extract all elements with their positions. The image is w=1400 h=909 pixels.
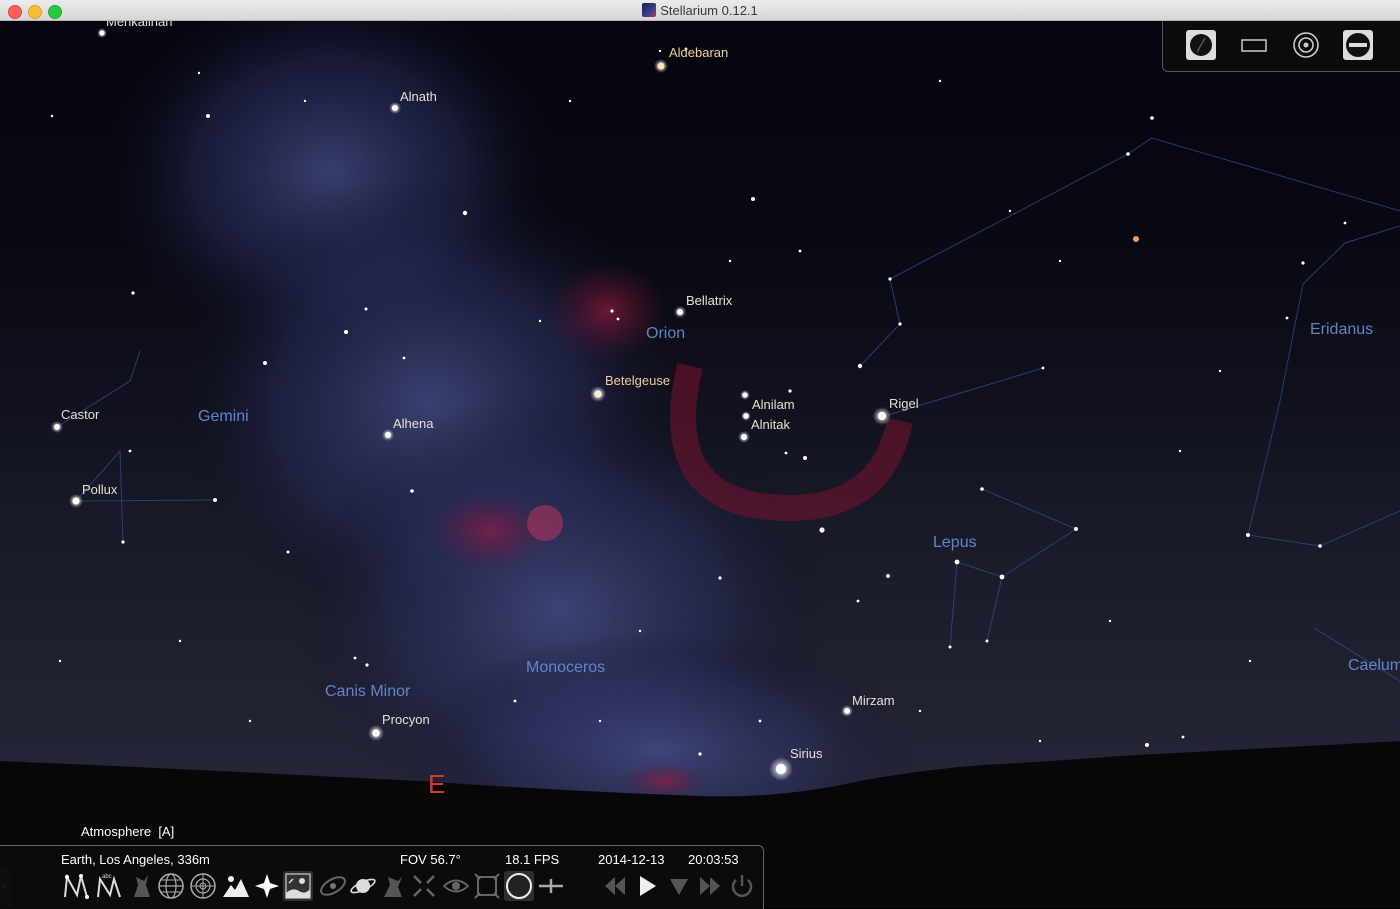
star-label-castor[interactable]: Castor — [61, 407, 99, 422]
astronomical-calculations-icon[interactable] — [1291, 30, 1321, 60]
quit-icon[interactable] — [727, 871, 757, 901]
constellation-lines-icon[interactable] — [61, 871, 91, 901]
star-label-alhena[interactable]: Alhena — [393, 416, 433, 431]
constellation-art-icon[interactable] — [126, 871, 156, 901]
sky-view[interactable]: Aldebaran Alnath Menkalinan Bellatrix Be… — [0, 21, 1400, 908]
help-window-icon[interactable] — [1343, 30, 1373, 60]
ground-icon[interactable] — [221, 871, 251, 901]
bottom-toolbar: Earth, Los Angeles, 336m FOV 56.7° 18.1 … — [0, 845, 764, 909]
constellation-label-lepus: Lepus — [933, 534, 977, 551]
cardinal-point-east: E — [428, 769, 446, 799]
star-label-menkalinan[interactable]: Menkalinan — [106, 21, 173, 29]
star-label-pollux[interactable]: Pollux — [82, 482, 117, 497]
atmosphere-icon[interactable] — [283, 871, 313, 901]
play-icon[interactable] — [632, 871, 662, 901]
fov-readout: FOV 56.7° — [400, 852, 461, 867]
star-label-alnilam[interactable]: Alnilam — [752, 397, 795, 412]
constellation-label-caelum: Caelum — [1348, 657, 1400, 674]
telrad-icon[interactable] — [536, 871, 566, 901]
equatorial-grid-icon[interactable] — [156, 871, 186, 901]
star-label-aldebaran[interactable]: Aldebaran — [669, 45, 728, 60]
night-vision-icon[interactable] — [441, 871, 471, 901]
constellation-label-canis-minor: Canis Minor — [325, 683, 411, 700]
star-label-procyon[interactable]: Procyon — [382, 712, 430, 727]
location-readout: Earth, Los Angeles, 336m — [61, 852, 210, 867]
stellarium-app-icon — [642, 3, 657, 17]
star-label-sirius[interactable]: Sirius — [790, 746, 823, 761]
fast-forward-icon[interactable] — [695, 871, 725, 901]
night-mode-icon[interactable] — [1186, 30, 1216, 60]
star-label-alnath[interactable]: Alnath — [400, 89, 437, 104]
window-title-text: Stellarium 0.12.1 — [660, 3, 758, 18]
star-label-betelgeuse[interactable]: Betelgeuse — [605, 373, 670, 388]
ocular-icon[interactable] — [504, 871, 534, 901]
star-label-alnitak[interactable]: Alnitak — [751, 417, 790, 432]
planet-labels-icon[interactable] — [348, 871, 378, 901]
constellation-label-eridanus: Eridanus — [1310, 321, 1374, 338]
constellation-labels-icon[interactable]: abc — [94, 871, 124, 901]
nebulae-icon[interactable] — [318, 871, 348, 901]
constellation-label-gemini: Gemini — [198, 408, 249, 425]
constellation-label-orion: Orion — [646, 325, 686, 342]
center-selected-icon[interactable] — [409, 871, 439, 901]
time-readout: 20:03:53 — [688, 852, 739, 867]
date-readout: 2014-12-13 — [598, 852, 665, 867]
mount-icon[interactable] — [378, 871, 408, 901]
azimuthal-grid-icon[interactable] — [188, 871, 218, 901]
fullscreen-toggle-icon[interactable] — [472, 871, 502, 901]
star-label-bellatrix[interactable]: Bellatrix — [686, 293, 732, 308]
window-buttons-panel — [1162, 21, 1400, 72]
toolbar-tooltip: Atmosphere [A] — [81, 824, 175, 839]
real-time-icon[interactable] — [664, 871, 694, 901]
window-titlebar: Stellarium 0.12.1 — [0, 0, 1400, 21]
fps-readout: 18.1 FPS — [505, 852, 560, 867]
window-title: Stellarium 0.12.1 — [0, 3, 1400, 18]
constellation-label-monoceros: Monoceros — [526, 659, 606, 676]
sky-background — [0, 21, 1400, 908]
fullscreen-icon[interactable] — [1239, 30, 1269, 60]
cardinal-points-icon[interactable] — [252, 871, 282, 901]
svg-text:abc: abc — [102, 874, 112, 880]
star-label-rigel[interactable]: Rigel — [889, 396, 919, 411]
rewind-icon[interactable] — [600, 871, 630, 901]
star-label-mirzam[interactable]: Mirzam — [852, 693, 895, 708]
